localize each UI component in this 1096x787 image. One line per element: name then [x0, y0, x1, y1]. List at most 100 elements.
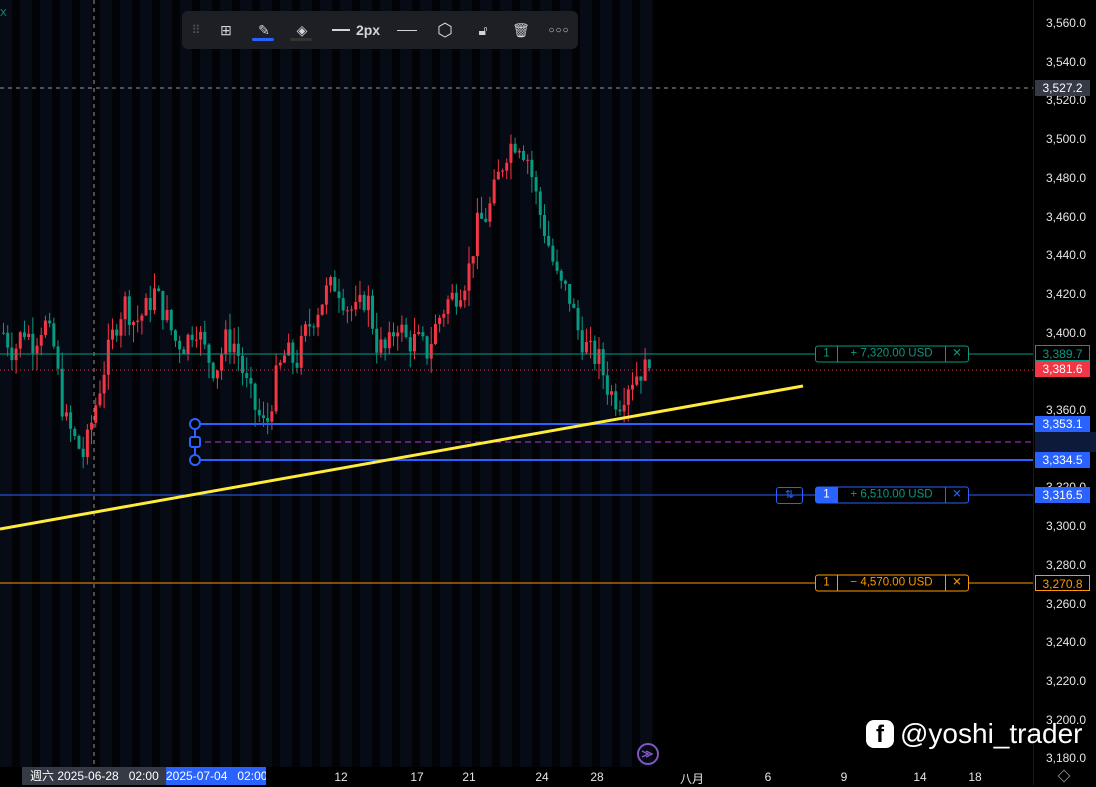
price-tick: 3,480.0 [1045, 170, 1086, 185]
candle [308, 308, 312, 337]
drag-handle-icon[interactable]: ⠿ [188, 11, 204, 49]
candle [375, 312, 379, 364]
candle [178, 335, 182, 364]
candle [329, 275, 333, 293]
candle [182, 346, 186, 354]
candle [295, 349, 299, 374]
candle [542, 204, 546, 244]
candle [77, 434, 81, 450]
candle [106, 323, 110, 390]
price-tick: 3,500.0 [1045, 132, 1086, 147]
candle [383, 337, 387, 361]
last-price-label: 3,381.6 [1035, 361, 1090, 377]
price-tick: 3,560.0 [1045, 16, 1086, 30]
lower-handle[interactable] [189, 454, 201, 466]
candle [442, 309, 446, 327]
candle [291, 339, 295, 375]
candle [538, 187, 542, 229]
trend-line[interactable] [0, 384, 804, 531]
candle [450, 284, 454, 301]
candle [584, 328, 588, 354]
candle [605, 361, 609, 405]
sl-price-label: 3,270.8 [1035, 575, 1090, 591]
candle [341, 288, 345, 316]
candle [127, 290, 131, 336]
candle [354, 285, 358, 317]
candle [371, 289, 375, 335]
take-profit-order[interactable]: 1 + 7,320.00 USD ✕ [815, 345, 969, 363]
price-tick: 3,300.0 [1045, 519, 1086, 534]
candle [454, 284, 458, 315]
candle [438, 315, 442, 333]
corner-close-label[interactable]: X [0, 8, 7, 19]
candle [563, 279, 567, 291]
tp-close-icon[interactable]: ✕ [946, 347, 968, 362]
candle [593, 335, 597, 371]
candle [312, 323, 316, 336]
crosshair-price-label: 3,527.2 [1035, 80, 1090, 96]
price-tick: 3,420.0 [1045, 286, 1086, 301]
unlock-icon[interactable]: 🔓︎ [470, 11, 496, 49]
selected-date-label: 2025-07-04 02:00 [166, 767, 266, 785]
time-axis[interactable]: 12 17 21 24 28 八月 6 9 14 18 週六 2025-06-28 02:00 2… [0, 767, 1033, 786]
candle [501, 168, 505, 178]
line-width-button[interactable]: 2px [328, 11, 384, 49]
time-tick: 24 [535, 770, 549, 784]
candle [631, 372, 635, 401]
price-tick: 3,260.0 [1045, 596, 1086, 611]
sl-close-icon[interactable]: ✕ [946, 576, 968, 591]
candle [282, 349, 286, 364]
trash-icon[interactable]: 🗑︎ [508, 11, 534, 49]
candle [2, 322, 5, 335]
upper-level-label: 3,353.1 [1035, 416, 1090, 432]
facebook-icon: f [866, 720, 894, 748]
lower-level-label: 3,334.5 [1035, 452, 1090, 468]
candle [509, 134, 513, 180]
price-tick: 3,400.0 [1045, 325, 1086, 340]
candle [358, 280, 362, 310]
templates-icon[interactable]: ⊞ [212, 11, 240, 49]
candle [568, 283, 572, 312]
candle [190, 326, 194, 348]
candle [199, 326, 203, 356]
candle [433, 314, 437, 345]
price-tick: 3,540.0 [1045, 54, 1086, 69]
candle [90, 415, 94, 445]
candle [148, 285, 152, 323]
candle [421, 326, 425, 341]
candle [572, 298, 576, 309]
candle [576, 300, 580, 340]
candle [52, 317, 56, 350]
candle [157, 285, 161, 292]
candle [236, 326, 240, 372]
entry-price-label: 3,316.5 [1035, 487, 1090, 503]
candle [27, 325, 31, 341]
candle [555, 249, 559, 275]
candle [144, 293, 148, 316]
stop-loss-order[interactable]: 1 − 4,570.00 USD ✕ [815, 574, 969, 592]
candle [400, 315, 404, 342]
more-icon[interactable]: ○○○ [546, 11, 572, 49]
candle [522, 145, 525, 162]
settings-hexagon-icon[interactable]: ⬡ [432, 11, 458, 49]
price-chart[interactable] [0, 0, 1033, 767]
candle [299, 325, 303, 375]
drawing-toolbar: ⠿ ⊞ ✎ ◈ 2px ⬡ 🔓︎ 🗑︎ ○○○ [182, 11, 578, 49]
candle [488, 196, 492, 227]
fill-color-icon[interactable]: ◈ [288, 11, 316, 49]
candle [18, 330, 22, 358]
pencil-icon[interactable]: ✎ [250, 11, 278, 49]
entry-close-icon[interactable]: ✕ [946, 488, 968, 503]
price-axis[interactable]: 3,560.0 3,540.0 3,520.0 3,500.0 3,480.0 3,460… [1033, 0, 1096, 785]
settings-icon[interactable] [1057, 769, 1071, 783]
entry-position[interactable]: 1 + 6,510.00 USD ✕ [815, 486, 969, 504]
time-tick: 八月 [679, 772, 705, 786]
line-style-button[interactable] [394, 11, 420, 49]
upper-handle[interactable] [189, 418, 201, 430]
mid-handle[interactable] [189, 436, 201, 448]
double-arrow-icon [641, 750, 654, 758]
candle [287, 333, 291, 357]
candle [505, 158, 509, 180]
candle [610, 385, 614, 406]
reverse-position-button[interactable]: ⇅ [776, 487, 803, 504]
